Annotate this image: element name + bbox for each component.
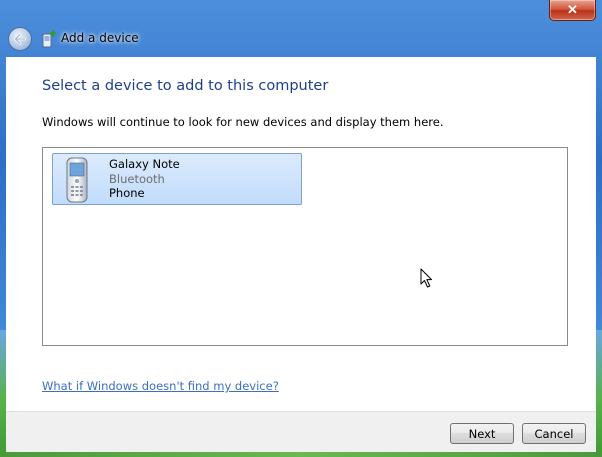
device-name: Galaxy Note (109, 157, 180, 171)
device-category: Phone (109, 186, 145, 200)
back-button[interactable] (8, 27, 32, 51)
window-title: Add a device (61, 31, 139, 45)
add-device-icon (42, 30, 56, 48)
desktop-background-bottom (0, 452, 602, 457)
phone-icon (66, 157, 88, 203)
next-button[interactable]: Next (450, 423, 514, 444)
close-icon: ✕ (567, 2, 578, 17)
device-list[interactable]: Galaxy Note Bluetooth Phone (42, 147, 568, 346)
button-bar: Next Cancel (6, 411, 596, 452)
instruction-text: Windows will continue to look for new de… (42, 115, 444, 129)
cancel-button[interactable]: Cancel (522, 423, 586, 444)
wizard-content: Select a device to add to this computer … (6, 57, 596, 411)
back-arrow-icon (14, 33, 27, 45)
close-button[interactable]: ✕ (549, 0, 596, 21)
device-connection-type: Bluetooth (109, 172, 165, 186)
help-link[interactable]: What if Windows doesn't find my device? (42, 379, 279, 393)
desktop-background-right (596, 330, 602, 457)
device-item-galaxy-note[interactable]: Galaxy Note Bluetooth Phone (52, 153, 302, 205)
mouse-pointer-icon (420, 268, 432, 288)
page-heading: Select a device to add to this computer (42, 78, 329, 94)
